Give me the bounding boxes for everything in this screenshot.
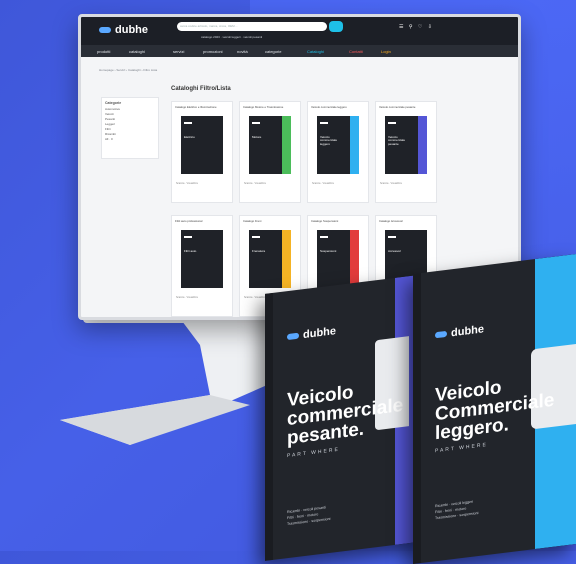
sidebar-item[interactable]: Pesanti [105,117,155,121]
nav-item[interactable]: promozioni [203,49,223,54]
cover-logo-icon [388,122,396,124]
cover-logo-icon [320,122,328,124]
nav-item[interactable]: Contatti [349,49,363,54]
nav-item[interactable]: Login [381,49,391,54]
nav-item[interactable]: servizi [173,49,184,54]
catalog-card-title: Catalogo Motore e Trasmissione [243,105,284,109]
cover-title: Motore [252,135,262,139]
catalog-card-actions[interactable]: Scarica · Visualizza [176,296,228,299]
book-spine [413,273,421,564]
catalog-card[interactable]: Catalogo Elettrico e Illuminazione Elettr… [171,101,233,203]
book-footer: Ricambi · veicoli leggeri Filtri · freni… [435,498,478,521]
catalog-cover[interactable]: Elettrico [181,116,223,174]
sidebar-item[interactable]: Automotive [105,107,155,111]
cover-accent-stripe [350,116,359,174]
cover-accent-stripe [214,230,223,288]
nav-item[interactable]: novità [237,49,248,54]
cover-title: Filtri auto [184,249,197,253]
catalog-card-title: Catalogo Elettrico e Illuminazione [175,105,217,109]
site-header: dubhe cerca codice articolo, marca, cros… [81,17,518,45]
cover-title: Elettrico [184,135,195,139]
book-footer: Ricambi · veicoli pesanti Filtri · freni… [287,504,330,527]
catalog-card[interactable]: Filtri auto professional Filtri auto Scari… [171,215,233,317]
cover-title: Veicolo commerciale pesante [388,135,406,146]
main-nav: prodotti cataloghi servizi promozioni no… [81,45,518,57]
book-subtitle: PART WHERE [287,446,340,460]
book-logo: dubhe [287,325,336,343]
site-logo[interactable]: dubhe [99,24,148,36]
catalog-card-actions[interactable]: Scarica · Visualizza [176,182,228,185]
cover-title: Veicolo commerciale leggero [320,135,338,146]
cover-title: Sospensioni [320,249,337,253]
catalog-cover[interactable]: Veicolo commerciale pesante [385,116,427,174]
catalog-card-title: Veicolo commerciale leggero [311,105,347,109]
cover-logo-icon [252,122,260,124]
search-input[interactable]: cerca codice articolo, marca, cross, OEM… [177,22,327,31]
cover-title: Frenatura [252,249,266,253]
breadcrumb[interactable]: Homepage › Servizi › Cataloghi › Filtro … [99,68,157,72]
filter-sidebar: Categorie Automotive Veicoli Pesanti Leg… [101,97,159,159]
sidebar-item[interactable]: Filtri [105,127,155,131]
catalog-cover[interactable]: Frenatura [249,230,291,288]
cover-logo-icon [184,236,192,238]
sidebar-item[interactable]: Leggeri [105,122,155,126]
cover-accent-stripe [350,230,359,288]
catalog-cover[interactable]: Veicolo commerciale leggero [317,116,359,174]
catalog-card-title: Catalogo Sospensioni [311,219,339,223]
page-title: Cataloghi Filtro/Lista [171,86,231,92]
catalog-cover[interactable]: Motore [249,116,291,174]
logo-mark-icon [435,330,447,339]
logo-mark-icon [287,332,299,341]
cover-title: Accessori [388,249,402,253]
catalog-card[interactable]: Catalogo Motore e Trasmissione Motore Scar… [239,101,301,203]
catalog-book-heavy: dubhe Veicolo commerciale pesante. PART … [265,274,425,561]
catalog-book-light: dubhe Veicolo Commerciale leggero. PART … [413,253,576,564]
book-logo: dubhe [435,323,484,341]
book-logo-text: dubhe [451,323,484,340]
catalog-card-actions[interactable]: Scarica · Visualizza [244,182,296,185]
cover-logo-icon [184,122,192,124]
cover-logo-icon [320,236,328,238]
cover-accent-stripe [418,116,427,174]
cover-accent-stripe [282,230,291,288]
book-logo-text: dubhe [303,325,336,342]
catalog-card[interactable]: Veicolo commerciale pesante Veicolo comme… [375,101,437,203]
catalog-card[interactable]: Veicolo commerciale leggero Veicolo comme… [307,101,369,203]
sidebar-title: Categorie [105,101,122,105]
sidebar-item[interactable]: Veicoli [105,112,155,116]
book-subtitle: PART WHERE [435,441,488,455]
cover-accent-stripe [214,116,223,174]
catalog-cover[interactable]: Sospensioni [317,230,359,288]
sidebar-item[interactable]: Ricambi [105,132,155,136]
cover-logo-icon [252,236,260,238]
header-subline: catalogo 2023 · veicoli leggeri · veicol… [201,35,263,39]
catalog-cover[interactable]: Filtri auto [181,230,223,288]
header-icons[interactable]: ☰ ⚲ ♡ ⇩ [399,24,434,30]
nav-item[interactable]: cataloghi [129,49,145,54]
catalog-card-title: Catalogo Freni [243,219,262,223]
catalog-card-actions[interactable]: Scarica · Visualizza [380,182,432,185]
book-spine [265,292,273,561]
catalog-card-title: Catalogo Accessori [379,219,403,223]
nav-item[interactable]: prodotti [97,49,110,54]
catalog-card-title: Veicolo commerciale pesante [379,105,416,109]
sidebar-item[interactable]: All · 0 [105,137,155,141]
cover-logo-icon [388,236,396,238]
logo-mark-icon [99,27,111,33]
nav-item[interactable]: categorie [265,49,281,54]
book-title: Veicolo commerciale pesante. [287,377,403,449]
search-button[interactable] [329,21,343,32]
catalog-card-actions[interactable]: Scarica · Visualizza [312,182,364,185]
catalog-card-title: Filtri auto professional [175,219,203,223]
logo-text: dubhe [115,24,148,36]
cover-accent-stripe [282,116,291,174]
nav-item[interactable]: Cataloghi [307,49,324,54]
